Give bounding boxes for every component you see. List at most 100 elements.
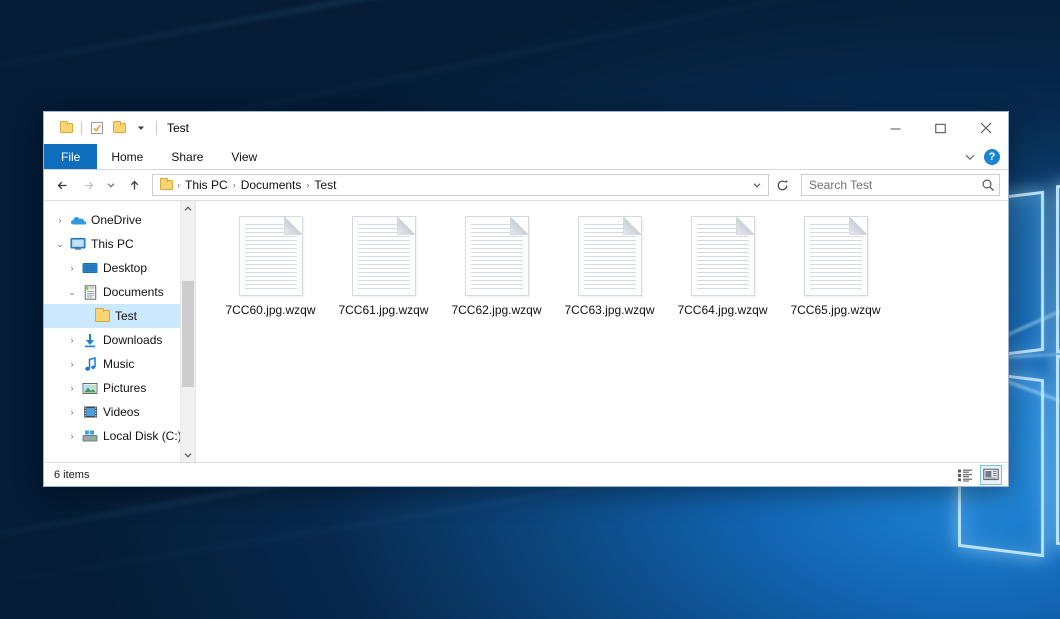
file-name: 7CC60.jpg.wzqw: [225, 303, 315, 317]
scrollbar-track[interactable]: [181, 216, 195, 447]
breadcrumb-this-pc[interactable]: This PC: [181, 178, 232, 192]
sidebar-item-label: Desktop: [100, 261, 147, 275]
forward-button[interactable]: [76, 173, 100, 197]
windows-logo-pane: [1056, 171, 1060, 354]
qat-folder-icon[interactable]: [55, 117, 77, 139]
qat-chevron-down-icon[interactable]: [130, 117, 152, 139]
maximize-button[interactable]: [918, 112, 963, 144]
up-button[interactable]: [122, 173, 146, 197]
scrollbar-thumb[interactable]: [182, 281, 194, 387]
navigation-pane-scrollbar[interactable]: [180, 201, 195, 462]
chevron-right-icon[interactable]: ›: [64, 335, 80, 345]
qat-checkbox-icon[interactable]: [86, 117, 108, 139]
sidebar-item-label: Documents: [100, 285, 164, 299]
sidebar-item-label: Pictures: [100, 381, 146, 395]
ribbon-right-controls: ?: [964, 144, 1008, 169]
list-item[interactable]: 7CC65.jpg.wzqw: [779, 213, 892, 329]
back-button[interactable]: [50, 173, 74, 197]
sidebar-item-label: This PC: [88, 237, 134, 251]
minimize-button[interactable]: [873, 112, 918, 144]
chevron-right-icon[interactable]: ›: [64, 407, 80, 417]
tab-view[interactable]: View: [217, 144, 271, 169]
tab-share[interactable]: Share: [157, 144, 217, 169]
folder-icon: [92, 310, 112, 322]
sidebar-item-label: Local Disk (C:): [100, 429, 182, 443]
sidebar-item-music[interactable]: › Music: [44, 352, 195, 376]
breadcrumb-documents[interactable]: Documents: [237, 178, 306, 192]
sidebar-item-test[interactable]: Test: [44, 304, 195, 328]
chevron-right-icon[interactable]: ›: [64, 431, 80, 441]
search-input[interactable]: Search Test: [801, 174, 1000, 196]
scroll-down-arrow-icon[interactable]: [181, 447, 195, 462]
generic-file-icon: [352, 216, 416, 296]
help-icon[interactable]: ?: [984, 149, 1000, 165]
large-icons-view-button[interactable]: [980, 465, 1002, 485]
sidebar-item-pictures[interactable]: › Pictures: [44, 376, 195, 400]
windows-logo-pane: [1056, 355, 1060, 560]
expand-ribbon-chevron-icon[interactable]: [964, 151, 976, 163]
chevron-right-icon[interactable]: ›: [64, 359, 80, 369]
drive-icon: [80, 429, 100, 443]
sidebar-item-this-pc[interactable]: ⌄ This PC: [44, 232, 195, 256]
sidebar-item-onedrive[interactable]: › OneDrive: [44, 208, 195, 232]
breadcrumb-test[interactable]: Test: [310, 178, 340, 192]
sidebar-item-documents[interactable]: ⌄ Documents: [44, 280, 195, 304]
desktop-icon: [80, 262, 100, 275]
breadcrumb-right-controls: [748, 175, 766, 195]
cloud-icon: [68, 214, 88, 227]
documents-icon: [80, 285, 100, 300]
view-buttons: [954, 465, 1002, 485]
file-list-view[interactable]: 7CC60.jpg.wzqw 7CC61.jpg.wzqw 7CC62.jpg.…: [196, 201, 1008, 462]
sidebar-item-videos[interactable]: › Videos: [44, 400, 195, 424]
music-icon: [80, 357, 100, 372]
breadcrumb[interactable]: › This PC › Documents › Test: [152, 174, 769, 196]
search-icon[interactable]: [981, 178, 995, 192]
chevron-right-icon[interactable]: ›: [64, 263, 80, 273]
refresh-button[interactable]: [771, 175, 793, 195]
sidebar-item-label: Music: [100, 357, 134, 371]
file-name: 7CC64.jpg.wzqw: [677, 303, 767, 317]
chevron-down-icon[interactable]: ⌄: [64, 287, 80, 298]
file-explorer-window: Test File Home Share View: [43, 111, 1009, 487]
list-item[interactable]: 7CC62.jpg.wzqw: [440, 213, 553, 329]
sidebar-item-desktop[interactable]: › Desktop: [44, 256, 195, 280]
tab-home[interactable]: Home: [97, 144, 157, 169]
chevron-right-icon[interactable]: ›: [64, 383, 80, 393]
status-bar: 6 items: [44, 462, 1008, 486]
file-name: 7CC63.jpg.wzqw: [564, 303, 654, 317]
sidebar-item-label: Test: [112, 309, 137, 323]
list-item[interactable]: 7CC64.jpg.wzqw: [666, 213, 779, 329]
chevron-down-icon[interactable]: ⌄: [52, 239, 68, 250]
quick-access-toolbar: Test: [44, 117, 189, 139]
close-button[interactable]: [963, 112, 1008, 144]
chevron-right-icon[interactable]: ›: [52, 215, 68, 225]
file-name: 7CC65.jpg.wzqw: [790, 303, 880, 317]
generic-file-icon: [239, 216, 303, 296]
download-icon: [80, 333, 100, 348]
ribbon-tabs: File Home Share View ?: [44, 144, 1008, 170]
sidebar-item-downloads[interactable]: › Downloads: [44, 328, 195, 352]
sidebar-item-local-disk-c[interactable]: › Local Disk (C:): [44, 424, 195, 448]
breadcrumb-dropdown-icon[interactable]: [748, 175, 766, 195]
generic-file-icon: [465, 216, 529, 296]
qat-divider: [81, 121, 82, 135]
sidebar-item-label: Videos: [100, 405, 139, 419]
monitor-icon: [68, 237, 88, 251]
search-placeholder: Search Test: [809, 178, 981, 192]
desktop: Test File Home Share View: [0, 0, 1060, 619]
tab-file[interactable]: File: [44, 144, 97, 169]
title-bar: Test: [44, 112, 1008, 144]
list-item[interactable]: 7CC61.jpg.wzqw: [327, 213, 440, 329]
recent-locations-button[interactable]: [102, 173, 120, 197]
list-item[interactable]: 7CC63.jpg.wzqw: [553, 213, 666, 329]
qat-folder-icon-2[interactable]: [108, 117, 130, 139]
explorer-body: › OneDrive ⌄: [44, 200, 1008, 462]
details-view-button[interactable]: [954, 465, 976, 485]
videos-icon: [80, 405, 100, 419]
sidebar-item-label: Downloads: [100, 333, 162, 347]
address-bar: › This PC › Documents › Test S: [44, 170, 1008, 200]
generic-file-icon: [691, 216, 755, 296]
scroll-up-arrow-icon[interactable]: [181, 201, 195, 216]
list-item[interactable]: 7CC60.jpg.wzqw: [214, 213, 327, 329]
file-grid: 7CC60.jpg.wzqw 7CC61.jpg.wzqw 7CC62.jpg.…: [214, 213, 1008, 329]
